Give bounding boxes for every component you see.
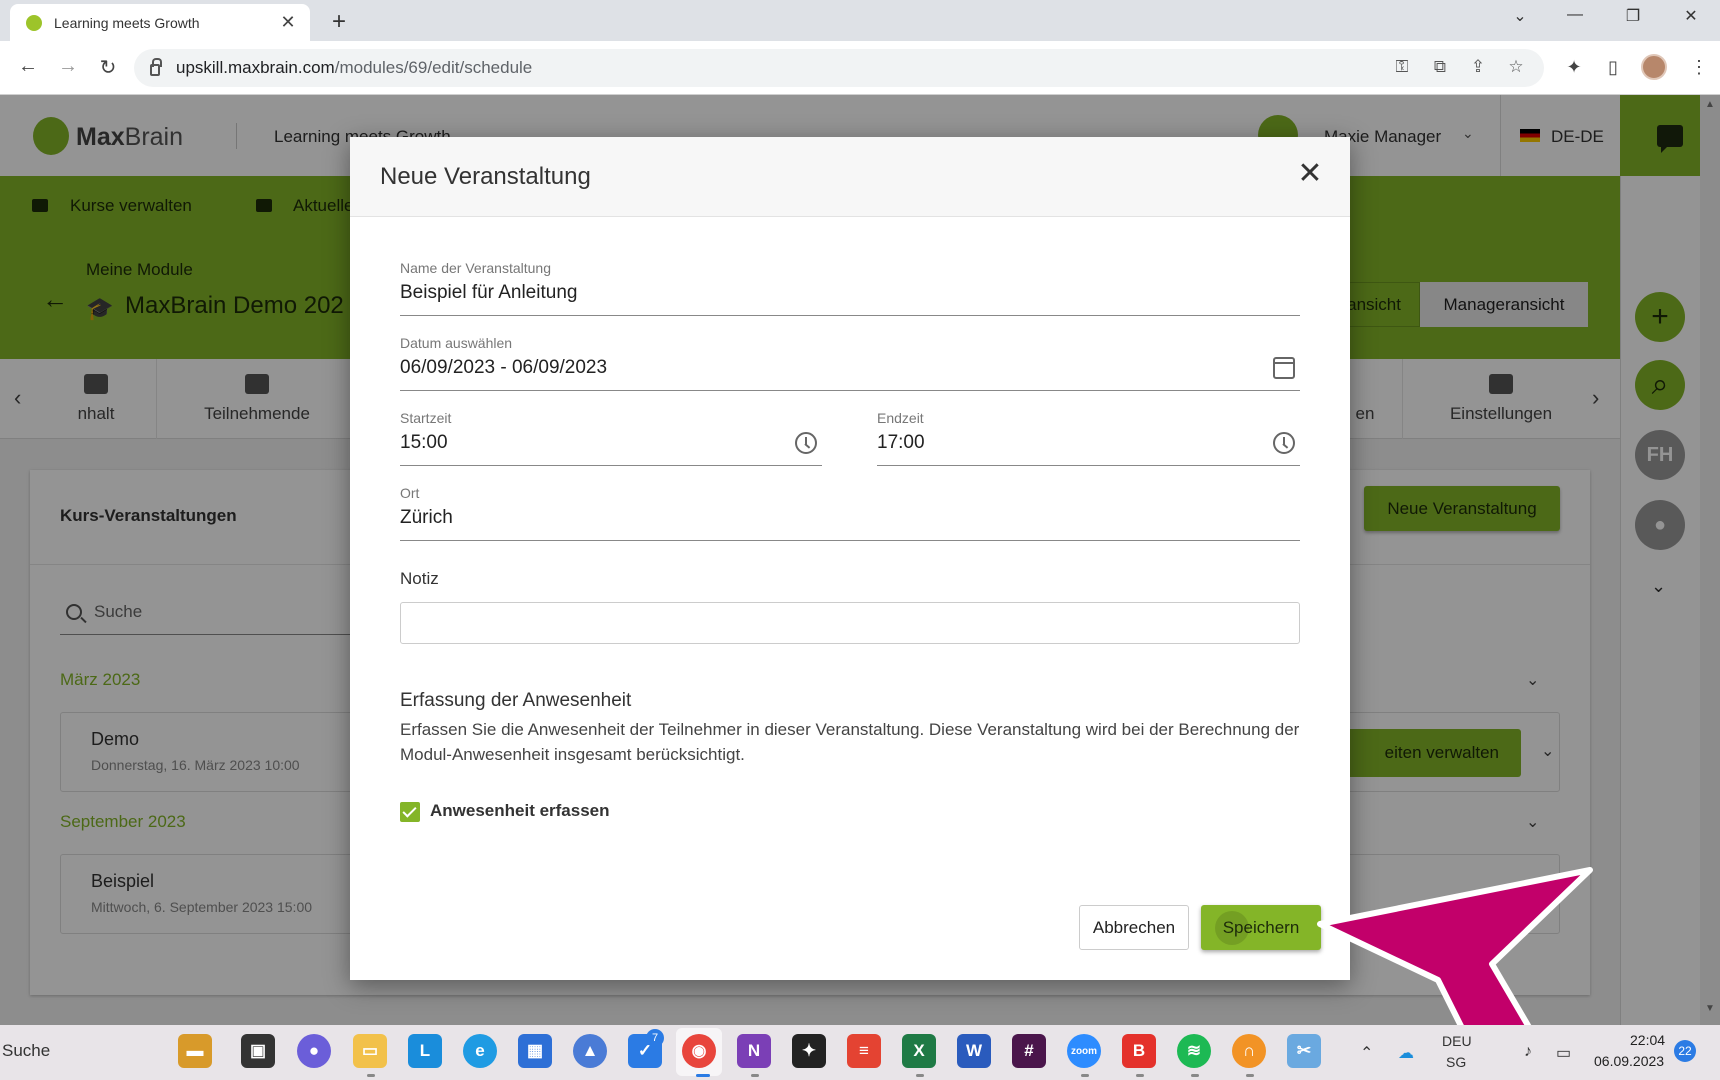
snipping-tool-icon[interactable]: ✂ [1287,1034,1321,1068]
profile-avatar[interactable] [1641,54,1667,80]
edge-icon[interactable]: e [463,1034,497,1068]
browser-tab[interactable]: Learning meets Growth ✕ [10,4,310,41]
attendance-title: Erfassung der Anwesenheit [400,690,632,711]
field-value: 15:00 [400,432,448,453]
tab-title: Learning meets Growth [54,14,200,31]
reload-button[interactable]: ↻ [94,55,122,80]
start-time-field[interactable]: Startzeit 15:00 [400,410,822,466]
running-indicator [1136,1074,1144,1077]
field-label: Ort [400,485,420,501]
running-indicator [1081,1074,1089,1077]
save-button-label: Speichern [1222,917,1300,937]
address-bar: ← → ↻ upskill.maxbrain.com/modules/69/ed… [0,41,1720,95]
brain-favicon-icon [26,14,42,31]
url-field[interactable]: upskill.maxbrain.com/modules/69/edit/sch… [134,49,1544,87]
field-value: 17:00 [877,432,925,453]
running-indicator [367,1074,375,1077]
volume-icon[interactable]: ♪ [1524,1043,1532,1061]
close-icon[interactable]: ✕ [1293,157,1327,191]
note-input[interactable] [400,602,1300,644]
tab-search-chevron-icon[interactable]: ⌄ [1505,6,1535,26]
language-indicator[interactable]: DEU [1442,1033,1472,1049]
field-label: Endzeit [877,410,924,426]
dialog-title: Neue Veranstaltung [380,163,591,190]
back-button[interactable]: ← [14,55,42,78]
windows-taskbar: Suche ▬ ▣ ● ▭ L e ▦ ▲ ✓ 7 ◉ N ✦ ≡ X W # … [0,1025,1720,1080]
restore-button[interactable]: ❐ [1618,6,1648,26]
excel-icon[interactable]: X [902,1034,936,1068]
field-value: Zürich [400,507,453,528]
location-field[interactable]: Ort Zürich [400,485,1300,541]
tray-expand-icon[interactable]: ⌃ [1360,1043,1373,1063]
onedrive-icon[interactable]: ☁ [1398,1043,1414,1063]
field-label: Startzeit [400,410,452,426]
new-tab-button[interactable]: + [326,8,352,36]
minimize-button[interactable]: — [1560,6,1590,24]
field-label: Name der Veranstaltung [400,260,551,276]
affinity-icon[interactable]: ▲ [573,1034,607,1068]
forward-button[interactable]: → [54,55,82,78]
running-indicator [916,1074,924,1077]
dialog-header: Neue Veranstaltung ✕ [350,137,1350,217]
calendar-icon[interactable] [1273,357,1295,379]
notification-badge[interactable]: 22 [1674,1040,1696,1062]
side-panel-icon[interactable]: ▯ [1600,57,1626,78]
running-indicator [696,1074,710,1077]
b-app-icon[interactable]: B [1122,1034,1156,1068]
window-close-button[interactable]: ✕ [1676,6,1706,26]
todo-badge: 7 [646,1029,664,1047]
field-value: 06/09/2023 - 06/09/2023 [400,357,608,378]
todoist-icon[interactable]: ≡ [847,1034,881,1068]
l-app-icon[interactable]: L [408,1034,442,1068]
end-time-field[interactable]: Endzeit 17:00 [877,410,1300,466]
attendance-checkbox[interactable] [400,802,420,822]
date-field[interactable]: Datum auswählen 06/09/2023 - 06/09/2023 [400,335,1300,391]
slack-icon[interactable]: # [1012,1034,1046,1068]
event-name-field[interactable]: Name der Veranstaltung Beispiel für Anle… [400,260,1300,316]
task-view-icon[interactable]: ▣ [241,1034,275,1068]
zoom-icon[interactable]: zoom [1067,1034,1101,1068]
cancel-button[interactable]: Abbrechen [1079,905,1189,950]
share-icon[interactable]: ⇪ [1466,57,1490,77]
running-indicator [1246,1074,1254,1077]
note-label: Notiz [400,569,439,588]
attendance-description: Erfassen Sie die Anwesenheit der Teilneh… [400,720,1300,764]
clock-icon[interactable] [1273,432,1295,454]
store-icon[interactable]: ▦ [518,1034,552,1068]
field-value: Beispiel für Anleitung [400,282,578,303]
word-icon[interactable]: W [957,1034,991,1068]
lock-icon [150,58,162,76]
url-text: upskill.maxbrain.com/modules/69/edit/sch… [176,58,533,77]
new-event-dialog: Neue Veranstaltung ✕ Name der Veranstalt… [350,137,1350,980]
teams-chat-icon[interactable]: ● [297,1034,331,1068]
battery-icon[interactable]: ▭ [1556,1043,1571,1063]
language-region[interactable]: SG [1446,1054,1466,1070]
key-icon[interactable]: ⚿ [1390,57,1414,77]
file-explorer-icon[interactable]: ▭ [353,1034,387,1068]
taskbar-search[interactable]: Suche [2,1041,50,1061]
browser-menu-icon[interactable]: ⋮ [1686,57,1712,78]
clock-icon[interactable] [795,432,817,454]
spotify-icon[interactable]: ≋ [1177,1034,1211,1068]
translate-icon[interactable]: ⧉ [1428,57,1452,77]
figma-icon[interactable]: ✦ [792,1034,826,1068]
briefcase-icon[interactable]: ▬ [178,1034,212,1068]
bookmark-star-icon[interactable]: ☆ [1504,57,1528,77]
save-button[interactable]: Speichern [1201,905,1321,950]
running-indicator [751,1074,759,1077]
onenote-icon[interactable]: N [737,1034,771,1068]
vpn-icon[interactable]: ∩ [1232,1034,1266,1068]
running-indicator [1191,1074,1199,1077]
clock-time[interactable]: 22:04 [1630,1032,1665,1048]
clock-date[interactable]: 06.09.2023 [1594,1053,1664,1069]
field-label: Datum auswählen [400,335,513,351]
extensions-puzzle-icon[interactable]: ✦ [1561,57,1587,78]
attendance-checkbox-label[interactable]: Anwesenheit erfassen [430,801,610,821]
chrome-icon[interactable]: ◉ [682,1034,716,1068]
tab-close-icon[interactable]: ✕ [278,12,298,33]
browser-tabstrip: Learning meets Growth ✕ + ⌄ — ❐ ✕ [0,0,1720,41]
